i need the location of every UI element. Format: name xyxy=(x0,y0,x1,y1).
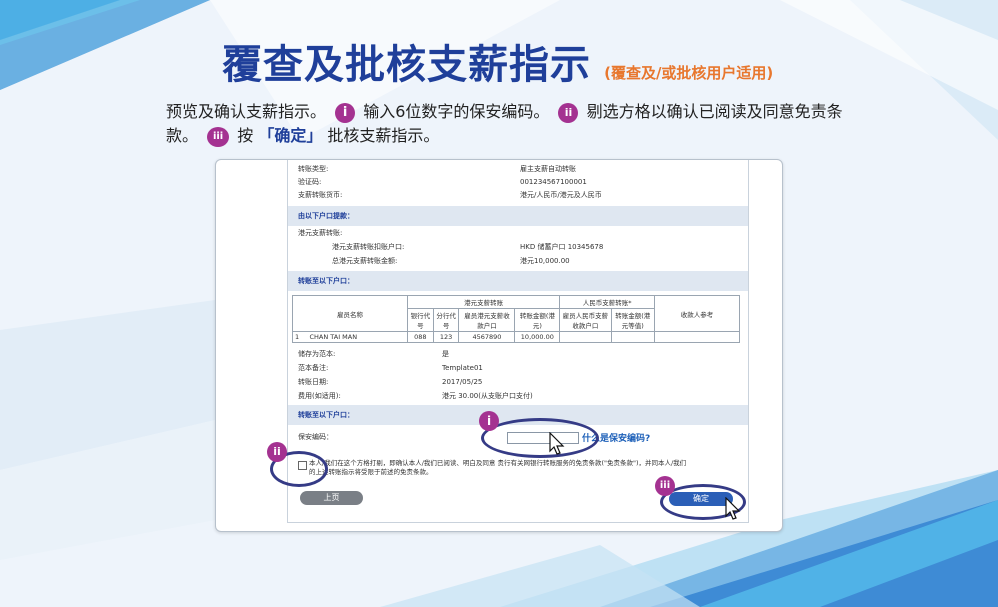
title-main: 覆查及批核支薪指示 xyxy=(222,42,591,88)
payroll-table: 雇员名称 港元支薪转账 人民币支薪转账* 收款人参考 银行代号 分行代号 雇员港… xyxy=(292,295,740,343)
summary-value-currency: 港元/人民币/港元及人民币 xyxy=(520,191,602,199)
section-to-account: 转账至以下户口： xyxy=(288,271,748,291)
marker-iii: iii xyxy=(655,476,675,496)
total-amount-label: 总港元支薪转账金额: xyxy=(332,257,398,265)
title-subtitle: (覆查及/或批核用户适用) xyxy=(604,64,774,82)
cell-rmb-amount xyxy=(610,331,656,343)
col-header-ref: 收款人参考 xyxy=(654,295,740,332)
cell-ref xyxy=(654,331,740,343)
debit-account-label: 港元支薪转账扣账户口: xyxy=(332,243,405,251)
col-header-name: 雇员名称 xyxy=(292,295,408,332)
summary-label-currency: 支薪转账货币: xyxy=(298,191,343,199)
section-from-account: 由以下户口提款： xyxy=(288,206,748,226)
summary-label-type: 转账类型: xyxy=(298,165,329,173)
back-button[interactable]: 上页 xyxy=(300,491,363,505)
table-header-group: 雇员名称 港元支薪转账 人民币支薪转账* 收款人参考 xyxy=(292,295,740,332)
detail-label-date: 转账日期: xyxy=(298,378,329,386)
cell-acct: 4567890 xyxy=(458,331,516,343)
cell-amount: 10,000.00 xyxy=(514,331,561,343)
cell-branch: 123 xyxy=(432,331,460,343)
col-group-rmb: 人民币支薪转账* xyxy=(559,295,655,309)
highlight-ring-i xyxy=(481,418,599,458)
col-header-rmb-acct: 雇员人民币支薪收款户口 xyxy=(559,308,612,332)
col-group-hkd: 港元支薪转账 xyxy=(406,295,561,309)
instruction-confirm-label: 「确定」 xyxy=(258,126,323,145)
detail-value-date: 2017/05/25 xyxy=(442,378,483,386)
cursor-icon xyxy=(725,497,741,520)
cell-no: 1 xyxy=(295,333,300,341)
table-row: 1 CHAN TAI MAN 088 123 4567890 10,000.00 xyxy=(292,331,740,343)
instruction-part5: 批核支薪指示。 xyxy=(327,126,440,145)
total-amount-value: 港元10,000.00 xyxy=(520,257,570,265)
marker-ii: ii xyxy=(267,442,287,462)
page-title: 覆查及批核支薪指示 (覆查及/或批核用户适用) xyxy=(222,32,773,90)
terms-text: 本人/我们在这个方格打剔，即确认本人/我们已阅读、明白及同意 贵行有关网银行转账… xyxy=(309,459,741,477)
detail-label-fee: 费用(如适用): xyxy=(298,392,341,400)
cell-employee-name: CHAN TAI MAN xyxy=(309,333,358,341)
summary-label-code: 验证码: xyxy=(298,178,322,186)
instructions: 预览及确认支薪指示。 i 输入6位数字的保安编码。 ii 剔选方格以确认已阅读及… xyxy=(166,100,866,148)
security-code-label: 保安编码： xyxy=(298,433,333,441)
detail-value-template: 是 xyxy=(442,350,449,358)
terms-line2: 的上述转账指示将受限于前述的免责条款。 xyxy=(309,468,433,476)
detail-value-remark: Template01 xyxy=(442,364,483,372)
step-badge-iii: iii xyxy=(207,126,230,147)
step-badge-i: i xyxy=(335,102,356,123)
debit-account-value: HKD 储蓄户口 10345678 xyxy=(520,243,604,251)
instruction-part2: 输入6位数字的保安编码。 xyxy=(363,102,550,121)
instruction-part4: 按 xyxy=(237,126,254,145)
marker-i: i xyxy=(479,411,499,431)
cursor-icon xyxy=(549,432,565,455)
col-header-rmb-amount: 转账金额(港元等值) xyxy=(610,308,656,332)
detail-label-template: 储存为范本: xyxy=(298,350,336,358)
summary-value-code: 001234567100001 xyxy=(520,178,587,186)
step-badge-ii: ii xyxy=(558,102,579,123)
hkd-payroll-label: 港元支薪转账: xyxy=(298,229,343,237)
detail-value-fee: 港元 30.00(从支账户口支付) xyxy=(442,392,533,400)
cell-rmb-acct xyxy=(559,331,612,343)
col-header-amount: 转账金额(港元) xyxy=(514,308,561,332)
summary-value-type: 雇主支薪自动转账 xyxy=(520,165,576,173)
detail-label-remark: 范本备注: xyxy=(298,364,329,372)
cell-name: 1 CHAN TAI MAN xyxy=(292,331,408,343)
payroll-review-form: 转账类型: 雇主支薪自动转账 验证码: 001234567100001 支薪转账… xyxy=(287,160,749,523)
cell-bank: 088 xyxy=(407,331,434,343)
instruction-part1: 预览及确认支薪指示。 xyxy=(166,102,327,121)
col-header-bank: 银行代号 xyxy=(407,308,434,332)
col-header-branch: 分行代号 xyxy=(432,308,460,332)
terms-line1: 本人/我们在这个方格打剔，即确认本人/我们已阅读、明白及同意 贵行有关网银行转账… xyxy=(309,459,687,467)
col-header-acct: 雇员港元支薪收款户口 xyxy=(458,308,516,332)
